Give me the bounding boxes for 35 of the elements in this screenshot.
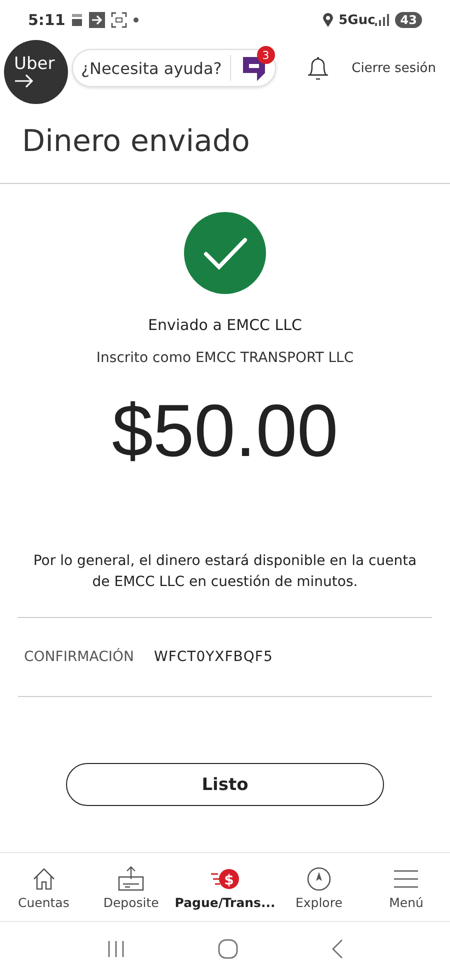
status-time: 5:11 [28,11,66,29]
check-deposit-icon [117,864,146,892]
compass-icon [304,864,333,892]
recent-apps-icon[interactable] [106,938,126,958]
bell-icon[interactable] [306,54,330,82]
back-icon[interactable] [330,938,344,960]
signal-icon [375,14,390,26]
notification-badge: 3 [256,46,275,64]
recipient-text: Enviado a EMCC LLC [148,316,302,334]
arrow-icon [14,73,34,89]
help-label: ¿Necesita ayuda? [81,58,222,78]
app-notification-icon [71,13,84,27]
amount-text: $50.00 [112,388,338,473]
done-button[interactable]: Listo [66,763,384,806]
dot-icon [133,17,140,23]
success-check-icon [184,212,266,294]
nav-tab[interactable]: Deposite [87,853,175,921]
floating-app-bubble[interactable]: Uber [4,40,68,104]
home-icon[interactable] [216,938,239,960]
nav-tab[interactable]: $ Pague/Trans... [174,853,276,921]
network-label: 5Guc [338,12,376,28]
screenshot-icon [111,12,128,28]
confirmation-number: WFCT0YXFBQF5 [154,649,273,665]
logout-link[interactable]: Cierre sesión [352,60,436,76]
confirmation-label: CONFIRMACIÓN [24,649,134,665]
battery-indicator: 43 [395,12,422,28]
nav-tab[interactable]: Explore [275,853,363,921]
location-icon [322,13,333,27]
availability-message: Por lo general, el dinero estará disponible en la cuenta de EMCC LLC en cuestión de minutos. [32,552,418,592]
enrolled-text: Inscrito como EMCC TRANSPORT LLC [96,350,354,366]
nav-tab[interactable]: Cuentas [0,853,88,921]
help-button[interactable]: ¿Necesita ayuda? 3 [72,49,276,87]
bubble-label: Uber [14,55,55,73]
nav-tab[interactable]: Menú [362,853,450,921]
arrow-notification-icon [89,12,106,28]
